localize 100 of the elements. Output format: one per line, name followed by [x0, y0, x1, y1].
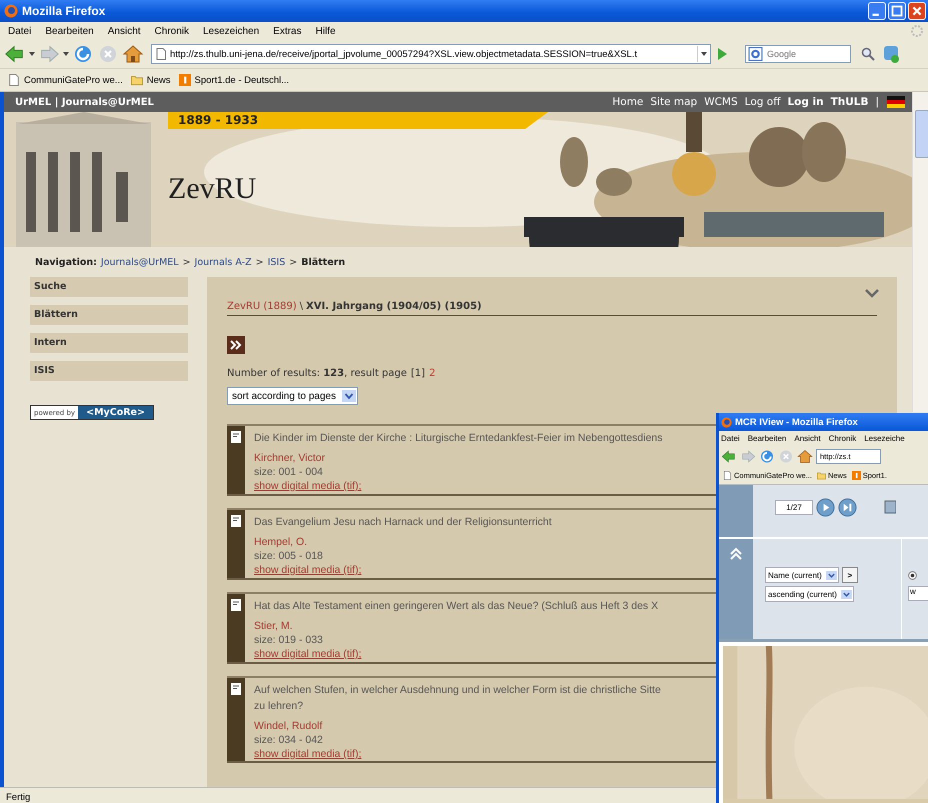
reload-button[interactable] — [759, 449, 775, 464]
caret-icon — [826, 570, 837, 580]
document-icon — [231, 599, 241, 611]
next-page-button[interactable] — [816, 498, 835, 516]
nav-link[interactable]: Log in — [787, 96, 824, 108]
author-link[interactable]: Hempel, O. — [254, 535, 552, 549]
firefox-icon — [721, 416, 732, 428]
nav-link[interactable]: Home — [612, 96, 644, 108]
sport-badge-icon — [852, 471, 861, 480]
page-range: size: 001 - 004 — [254, 465, 324, 480]
dropdown-icon[interactable] — [63, 52, 69, 56]
input-field[interactable]: w — [908, 586, 928, 601]
sidebar-item[interactable]: Intern — [30, 333, 188, 353]
document-icon — [231, 431, 241, 443]
collapse-icon[interactable] — [729, 547, 743, 561]
sort-dropdown[interactable]: sort according to pages — [227, 387, 358, 405]
page-range: size: 005 - 018 — [254, 549, 324, 564]
caret-icon — [342, 390, 356, 402]
nav-link[interactable]: Site map — [650, 96, 698, 108]
author-link[interactable]: Stier, M. — [254, 619, 658, 633]
menu-item[interactable]: Ansicht — [794, 434, 821, 443]
bookmark[interactable]: CommuniGatePro we... — [8, 74, 123, 86]
author-link[interactable]: Windel, Rudolf — [254, 719, 661, 733]
apply-sort-button[interactable]: > — [842, 567, 858, 583]
search-icon[interactable] — [860, 46, 876, 62]
nav-link[interactable]: ThULB — [830, 96, 868, 108]
radio-button[interactable] — [908, 571, 917, 580]
menu-item[interactable]: Datei — [721, 434, 740, 443]
separator-text: | — [875, 96, 879, 108]
back-button[interactable] — [4, 44, 26, 64]
menu-item[interactable]: Chronik — [154, 26, 189, 36]
article-title: Hat das Alte Testament einen geringeren Wert als das Neue? (Schluß aus Heft 3 des X — [254, 599, 658, 614]
nav-link[interactable]: WCMS — [704, 96, 738, 108]
flag-icon[interactable] — [886, 96, 906, 108]
home-button[interactable] — [797, 449, 813, 464]
maximize-button[interactable] — [888, 2, 906, 20]
sort-field-dropdown[interactable]: Name (current) — [765, 567, 839, 583]
window-title: Mozilla Firefox — [22, 4, 106, 18]
year-range: 1889 - 1933 — [168, 112, 548, 129]
scrollbar[interactable] — [912, 92, 928, 412]
home-button[interactable] — [122, 44, 144, 64]
close-button[interactable] — [908, 2, 926, 20]
menu-item[interactable]: Ansicht — [108, 26, 141, 36]
dropdown-icon[interactable] — [697, 46, 710, 62]
breadcrumb-link[interactable]: Journals@UrMEL — [100, 257, 179, 271]
sort-order-dropdown[interactable]: ascending (current) — [765, 586, 854, 602]
breadcrumb-separator: > — [289, 257, 298, 270]
address-field[interactable]: http://zs.thulb.uni-jena.de/receive/jportal_jpvolume_00057294?XSL.view.objectmetadata.SESSION=true&XSL.t — [151, 44, 711, 64]
article-title: Auf welchen Stufen, in welcher Ausdehnung und in welcher Form ist die christliche Sitte — [254, 683, 661, 698]
caret-icon — [840, 590, 852, 598]
last-page-button[interactable] — [838, 498, 857, 516]
bookmark[interactable]: News — [130, 74, 170, 86]
breadcrumb-link[interactable]: ISIS — [268, 257, 286, 271]
breadcrumb-label: Navigation: — [35, 257, 97, 270]
back-button[interactable] — [721, 449, 737, 464]
breadcrumb-link[interactable]: Journals A-Z — [194, 257, 252, 271]
document-icon — [231, 683, 241, 695]
article-title: Das Evangelium Jesu nach Harnack und der Religionsunterricht — [254, 515, 552, 530]
menu-item[interactable]: Lesezeiche — [864, 434, 905, 443]
current-page: [1] — [410, 368, 426, 379]
tool-icon[interactable] — [884, 500, 896, 514]
media-link[interactable]: show digital media (tif); — [254, 748, 661, 761]
bookmark[interactable]: Sport1.de - Deutschl... — [178, 74, 290, 86]
menu-item[interactable]: Extras — [273, 26, 302, 36]
menu-item[interactable]: Hilfe — [316, 26, 336, 36]
reload-button[interactable] — [72, 44, 94, 64]
volume-parent-link[interactable]: ZevRU (1889) — [227, 301, 297, 312]
side-rail — [719, 485, 753, 537]
sport-badge-icon — [178, 74, 190, 86]
media-link[interactable]: show digital media (tif); — [254, 564, 552, 577]
results-summary: Number of results: 123, result page — [227, 368, 407, 379]
sidebar-item[interactable]: Suche — [30, 277, 188, 297]
page-icon — [156, 48, 166, 60]
nav-link[interactable]: Log off — [744, 96, 780, 108]
menu-item[interactable]: Lesezeichen — [203, 26, 260, 36]
article-title: zu lehren? — [254, 699, 304, 714]
throbber-icon — [910, 24, 924, 38]
menu-item[interactable]: Bearbeiten — [748, 434, 786, 443]
volume-title: XVI. Jahrgang (1904/05) (1905) — [306, 301, 482, 312]
page-icon — [8, 74, 20, 86]
double-chevron-button[interactable] — [227, 336, 245, 354]
dropdown-icon[interactable] — [29, 52, 35, 56]
menu-item[interactable]: Chronik — [828, 434, 856, 443]
document-icon — [231, 515, 241, 527]
menu-item[interactable]: Datei — [8, 26, 32, 36]
chevron-down-icon[interactable] — [865, 289, 879, 298]
site-brand[interactable]: UrMEL | Journals@UrMEL — [15, 96, 154, 108]
article-title: Die Kinder im Dienste der Kirche : Liturgische Erntedankfest-Feier im Nebengottesdiens — [254, 431, 663, 446]
sidebar-item[interactable]: ISIS — [30, 361, 188, 381]
media-link[interactable]: show digital media (tif); — [254, 480, 663, 493]
firefox-icon — [4, 4, 18, 18]
sidebar-item[interactable]: Blättern — [30, 305, 188, 325]
addon-icon[interactable] — [883, 44, 901, 64]
author-link[interactable]: Kirchner, Victor — [254, 451, 663, 465]
page-number-field[interactable]: 1/27 — [775, 500, 813, 514]
media-link[interactable]: show digital media (tif); — [254, 648, 658, 661]
folder-icon — [130, 74, 143, 86]
minimize-button[interactable] — [868, 2, 886, 20]
menu-item[interactable]: Bearbeiten — [45, 26, 94, 36]
folder-icon — [816, 471, 826, 480]
